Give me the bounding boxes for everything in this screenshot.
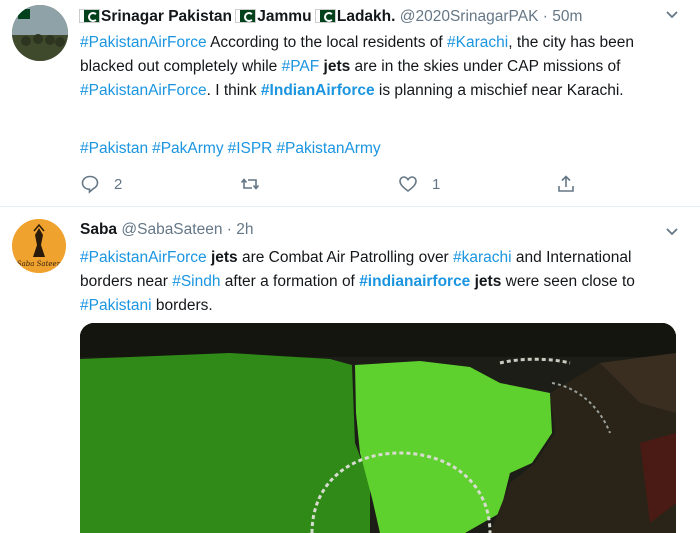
- hashtag-list: #Pakistan #PakArmy #ISPR #PakistanArmy: [80, 140, 385, 158]
- hashtag-link[interactable]: #Pakistan: [80, 140, 148, 157]
- share-button[interactable]: [556, 174, 576, 194]
- retweet-icon: [240, 178, 260, 190]
- like-count: 1: [432, 175, 441, 193]
- reply-button[interactable]: 2: [80, 174, 122, 194]
- display-name[interactable]: Saba: [80, 221, 117, 238]
- hashtag-link[interactable]: #PakistanAirForce: [80, 82, 207, 99]
- timestamp[interactable]: 50m: [552, 8, 582, 25]
- tweet-saba[interactable]: Saba Sateen Saba @SabaSateen · 2h #Pakis…: [0, 207, 700, 533]
- hashtag-link[interactable]: #karachi: [453, 249, 512, 266]
- reply-icon: [81, 175, 99, 194]
- hashtag-link[interactable]: #PakistanAirForce: [80, 34, 207, 51]
- timestamp[interactable]: 2h: [236, 221, 253, 238]
- chevron-down-icon[interactable]: [664, 223, 680, 244]
- pakistan-flag-icon: [80, 10, 99, 22]
- hashtag-link[interactable]: #PakistanAirForce: [80, 249, 207, 266]
- hashtag-link[interactable]: #PakistanArmy: [276, 140, 380, 157]
- tweet-header: Saba @SabaSateen · 2h: [80, 221, 254, 238]
- user-handle[interactable]: @SabaSateen: [121, 221, 222, 238]
- pakistan-flag-icon: [236, 10, 256, 22]
- display-name-part[interactable]: Ladakh.: [337, 8, 396, 25]
- chevron-down-icon[interactable]: [664, 6, 680, 27]
- pakistan-flag-icon: [315, 10, 335, 22]
- tweet-text: #PakistanAirForce jets are Combat Air Pa…: [80, 249, 635, 314]
- display-name-part[interactable]: Srinagar Pakistan: [101, 8, 232, 25]
- hashtag-link[interactable]: #Karachi: [447, 34, 508, 51]
- tweet-srinagar-pakistan[interactable]: Srinagar Pakistan Jammu Ladakh. @2020Sri…: [0, 0, 700, 207]
- hashtag-link[interactable]: #ISPR: [228, 140, 273, 157]
- reply-count: 2: [114, 175, 123, 193]
- like-icon: [399, 176, 417, 193]
- tweet-media-map[interactable]: [80, 323, 676, 533]
- tweet-actions: 2 1: [80, 174, 600, 198]
- hashtag-link[interactable]: #PakArmy: [152, 140, 224, 157]
- avatar[interactable]: [12, 5, 68, 61]
- like-button[interactable]: 1: [398, 174, 440, 194]
- hashtag-link[interactable]: #Pakistani: [80, 297, 152, 314]
- hashtag-link[interactable]: #PAF: [282, 58, 320, 75]
- share-icon: [558, 175, 574, 192]
- hashtag-link[interactable]: #IndianAirforce: [261, 82, 375, 99]
- retweet-button[interactable]: [240, 174, 260, 194]
- avatar[interactable]: Saba Sateen: [12, 219, 66, 273]
- tweet-header: Srinagar Pakistan Jammu Ladakh. @2020Sri…: [80, 8, 582, 26]
- avatar-signature: Saba Sateen: [17, 260, 62, 268]
- tweet-text: #PakistanAirForce According to the local…: [80, 34, 635, 99]
- hashtag-link[interactable]: #Sindh: [172, 273, 220, 290]
- user-handle[interactable]: @2020SrinagarPAK: [400, 8, 539, 25]
- display-name-part[interactable]: Jammu: [257, 8, 311, 25]
- hashtag-link[interactable]: #indianairforce: [359, 273, 470, 290]
